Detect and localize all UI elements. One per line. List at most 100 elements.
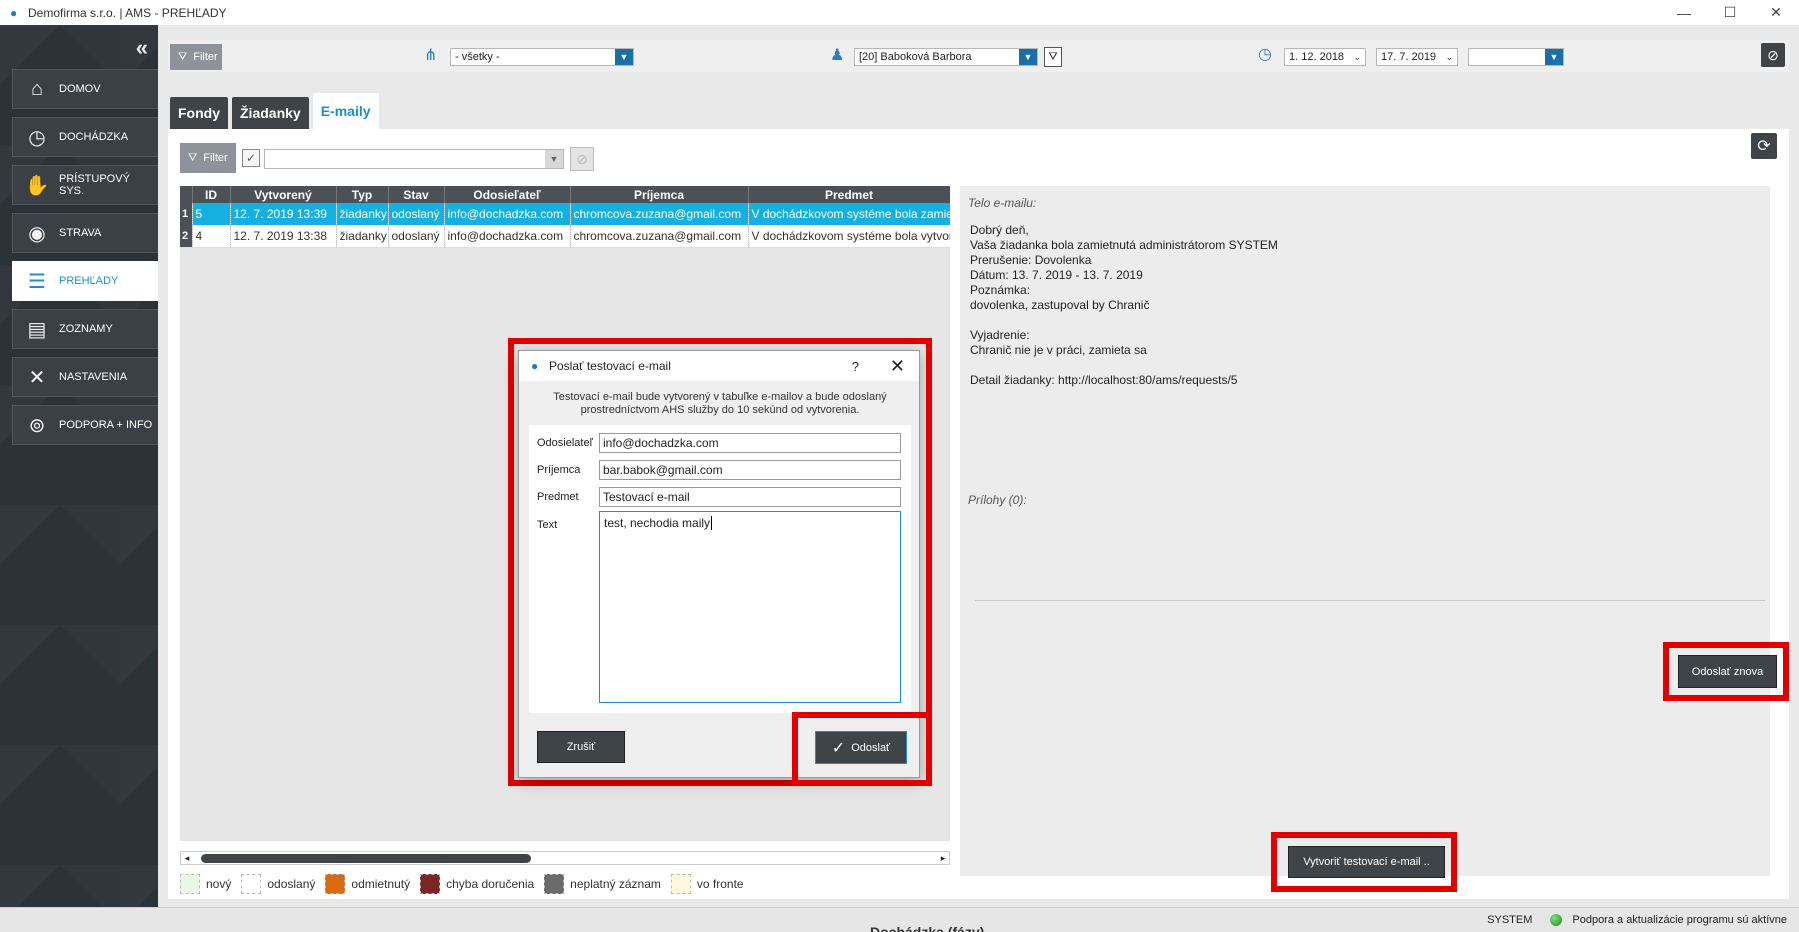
person-select[interactable]: [20] Baboková Barbora ▼ xyxy=(854,48,1038,66)
date-from-value: 1. 12. 2018 xyxy=(1289,51,1345,63)
block-icon: ⊘ xyxy=(1767,46,1779,63)
sidebar-item-handshake[interactable]: ✋ PRÍSTUPOVÝ SYS. xyxy=(12,165,158,205)
cell-created: 12. 7. 2019 13:39 xyxy=(230,203,337,225)
collapse-sidebar-icon[interactable]: « xyxy=(136,35,148,61)
column-header[interactable]: Príjemca xyxy=(570,186,749,203)
email-filter-select[interactable]: ▼ xyxy=(264,149,564,169)
sidebar-item-label: PODPORA + INFO xyxy=(59,419,153,431)
dialog-info-text: Testovací e-mail bude vytvorený v tabuľk… xyxy=(553,391,887,416)
status-legend: nový odoslaný odmietnutý chyba doručenia nep… xyxy=(180,873,754,895)
text-area[interactable]: test, nechodia maily xyxy=(599,511,901,703)
status-led-icon xyxy=(1550,914,1563,926)
legend-label: odoslaný xyxy=(267,877,316,891)
column-header[interactable]: ID xyxy=(192,186,231,203)
text-area-value: test, nechodia maily xyxy=(604,516,711,530)
test-email-form: Odosielateľ info@dochadzka.com Príjemca … xyxy=(529,425,911,713)
clear-email-filter-button[interactable]: ⊘ xyxy=(570,147,594,171)
tools-icon: ✕ xyxy=(28,366,46,389)
cell-state: odoslaný xyxy=(388,203,445,225)
refresh-button[interactable]: ⟳ xyxy=(1751,133,1777,159)
table-row[interactable]: 1 5 12. 7. 2019 13:39 žiadanky odoslaný info@… xyxy=(180,203,950,225)
row-number: 2 xyxy=(180,225,193,248)
group-select[interactable]: - všetky - ▼ xyxy=(450,48,634,66)
minimize-button[interactable]: — xyxy=(1661,0,1707,25)
dialog-close-button[interactable]: ✕ xyxy=(890,356,905,377)
cell-state: odoslaný xyxy=(388,225,445,248)
subject-field[interactable]: Testovací e-mail xyxy=(599,487,901,507)
horizontal-scrollbar[interactable]: ◂ ▸ xyxy=(180,851,950,865)
close-window-button[interactable]: ✕ xyxy=(1753,0,1799,25)
recipient-label: Príjemca xyxy=(537,464,581,476)
cell-type: žiadanky xyxy=(336,203,389,225)
check-icon: ✓ xyxy=(831,739,846,757)
chevron-down-icon: ⌄ xyxy=(1445,52,1453,62)
tab-ziadanky[interactable]: Žiadanky xyxy=(232,97,309,129)
sidebar-item-label: PREHĽADY xyxy=(59,275,119,287)
sidebar-item-lifebuoy[interactable]: ⊚ PODPORA + INFO xyxy=(12,405,158,445)
sidebar-item-list[interactable]: ▤ ZOZNAMY xyxy=(12,309,158,349)
recipient-field[interactable]: bar.babok@gmail.com xyxy=(599,460,901,480)
sidebar-item-plate[interactable]: ◉ STRAVA xyxy=(12,213,158,253)
column-header[interactable]: Stav xyxy=(388,186,445,203)
row-number: 1 xyxy=(180,203,193,225)
create-test-email-button[interactable]: Vytvoriť testovací e-mail .. xyxy=(1288,846,1445,878)
list-icon: ▤ xyxy=(27,318,47,341)
scroll-left-icon[interactable]: ◂ xyxy=(181,852,193,864)
background-partial-text: Dochádzka (fázy) xyxy=(870,924,985,932)
row-number-header xyxy=(180,186,193,203)
sender-field[interactable]: info@dochadzka.com xyxy=(599,433,901,453)
book-search-icon: ☰ xyxy=(28,270,46,293)
cancel-button[interactable]: Zrušiť xyxy=(537,731,625,763)
group-select-value: - všetky - xyxy=(455,51,500,63)
legend-swatch xyxy=(325,874,346,894)
extra-select[interactable]: ▼ xyxy=(1468,48,1564,66)
clock-icon: ◷ xyxy=(28,126,46,149)
scroll-thumb[interactable] xyxy=(201,854,531,863)
subject-label: Predmet xyxy=(537,491,579,503)
email-filter-label: Filter xyxy=(203,152,228,164)
chevron-down-icon: ▼ xyxy=(615,49,633,65)
clear-filter-button[interactable]: ⊘ xyxy=(1761,43,1785,67)
emails-panel: ⛛ Filter ✓ ▼ ⊘ ⟳ ID Vytvorený Typ Stav O… xyxy=(168,129,1789,899)
send-button-label: Odoslať xyxy=(851,741,891,754)
column-header[interactable]: Odosieľateľ xyxy=(444,186,571,203)
table-row[interactable]: 2 4 12. 7. 2019 13:38 žiadanky odoslaný info@… xyxy=(180,225,950,248)
column-header[interactable]: Typ xyxy=(336,186,389,203)
send-button[interactable]: ✓ Odoslať xyxy=(815,731,907,764)
chevron-down-icon: ⌄ xyxy=(1353,52,1361,62)
maximize-button[interactable]: ☐ xyxy=(1707,0,1753,25)
window-title: Demofirma s.r.o. | AMS - PREHĽADY xyxy=(28,5,227,20)
email-filter-button[interactable]: ⛛ Filter xyxy=(180,143,236,173)
cell-sender: info@dochadzka.com xyxy=(444,225,571,248)
cell-id: 5 xyxy=(192,203,231,225)
tab-emaily[interactable]: E-maily xyxy=(312,93,379,129)
resend-button[interactable]: Odoslať znova xyxy=(1678,655,1777,688)
tab-strip: Fondy Žiadanky E-maily xyxy=(170,93,383,129)
cell-created: 12. 7. 2019 13:38 xyxy=(230,225,337,248)
date-from-select[interactable]: 1. 12. 2018 ⌄ xyxy=(1284,48,1366,66)
tab-fondy[interactable]: Fondy xyxy=(170,97,228,129)
sidebar-item-clock[interactable]: ◷ DOCHÁDZKA xyxy=(12,117,158,157)
legend-swatch xyxy=(241,874,262,894)
date-to-select[interactable]: 17. 7. 2019 ⌄ xyxy=(1376,48,1458,66)
sidebar-item-tools[interactable]: ✕ NASTAVENIA xyxy=(12,357,158,397)
cell-sender: info@dochadzka.com xyxy=(444,203,571,225)
person-select-value: [20] Baboková Barbora xyxy=(859,51,972,63)
top-filter-button[interactable]: ⛛ Filter xyxy=(170,44,222,70)
column-header[interactable]: Predmet xyxy=(748,186,950,203)
main-area: ⛛ Filter ⋔ - všetky - ▼ ♟ [20] Baboková … xyxy=(158,25,1799,907)
email-filter-bar: ⛛ Filter ✓ ▼ ⊘ xyxy=(180,141,1780,173)
help-button[interactable]: ? xyxy=(852,359,859,374)
cell-type: žiadanky xyxy=(336,225,389,248)
person-filter-button[interactable]: ⛛ xyxy=(1044,47,1062,67)
filter-checkbox[interactable]: ✓ xyxy=(242,149,260,167)
text-cursor xyxy=(711,516,713,530)
refresh-icon: ⟳ xyxy=(1757,138,1771,155)
block-icon: ⊘ xyxy=(576,150,588,167)
sidebar-item-home[interactable]: ⌂ DOMOV xyxy=(12,69,158,109)
column-header[interactable]: Vytvorený xyxy=(230,186,337,203)
sidebar-item-book-search[interactable]: ☰ PREHĽADY xyxy=(12,261,158,301)
plate-icon: ◉ xyxy=(28,222,46,245)
sidebar-item-label: PRÍSTUPOVÝ SYS. xyxy=(59,173,130,197)
scroll-right-icon[interactable]: ▸ xyxy=(937,852,949,864)
